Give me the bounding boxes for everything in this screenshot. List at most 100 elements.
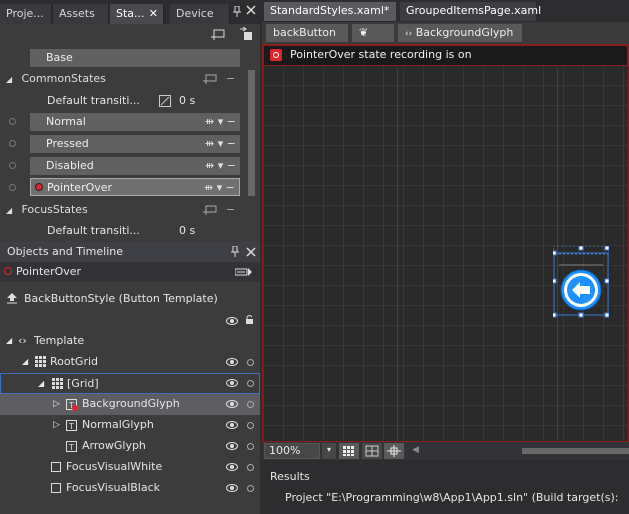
- artboard-toolbar: 100% ▾ ◀: [262, 442, 629, 460]
- rectangle-icon: [51, 483, 61, 493]
- doc-tab-standardstyles[interactable]: StandardStyles.xaml*: [264, 2, 396, 21]
- style-brush-icon: ❦: [359, 26, 369, 39]
- transition-preview-icon[interactable]: [238, 27, 254, 41]
- recording-banner: PointerOver state recording is on: [262, 44, 629, 66]
- add-state-icon[interactable]: [202, 204, 218, 216]
- expand-arrow-icon[interactable]: ▷: [53, 394, 60, 414]
- tab-device[interactable]: Device: [170, 4, 230, 24]
- template-scope-row[interactable]: BackButtonStyle (Button Template): [0, 289, 260, 310]
- tree-node-focusvisualwhite[interactable]: FocusVisualWhite: [0, 457, 260, 478]
- results-output-line: Project "E:\Programming\w8\App1\App1.sln…: [285, 491, 619, 504]
- state-row-controls[interactable]: ⇻ ▾ −: [205, 157, 236, 175]
- breadcrumb-root[interactable]: backButton: [266, 24, 348, 42]
- horizontal-scrollbar-thumb[interactable]: [522, 448, 629, 454]
- tree-node-rootgrid[interactable]: ◢ RootGrid: [0, 352, 260, 373]
- lock-toggle[interactable]: [247, 443, 254, 450]
- default-transition-duration[interactable]: 0 s: [179, 222, 195, 240]
- state-group-focusstates[interactable]: ◢ FocusStates −: [6, 201, 246, 219]
- states-scrollbar[interactable]: [248, 70, 255, 196]
- panel-title: Objects and Timeline: [7, 245, 124, 258]
- state-normal[interactable]: Normal ⇻ ▾ −: [30, 113, 240, 131]
- state-disabled[interactable]: Disabled ⇻ ▾ −: [30, 157, 240, 175]
- add-state-group-icon[interactable]: [210, 27, 226, 41]
- scroll-left-icon[interactable]: ◀: [412, 445, 419, 455]
- expand-arrow-icon[interactable]: ▷: [53, 415, 60, 435]
- show-grid-icon[interactable]: [339, 443, 359, 459]
- selected-backgroundglyph[interactable]: [553, 246, 609, 318]
- lock-toggle[interactable]: [247, 422, 254, 429]
- expand-arrow-icon[interactable]: ◢: [22, 352, 28, 372]
- lock-toggle[interactable]: [247, 380, 254, 387]
- tree-node-grid[interactable]: ◢ [Grid]: [0, 373, 260, 394]
- collapse-arrow-icon[interactable]: ◢: [6, 71, 18, 89]
- close-panel-icon[interactable]: [246, 5, 256, 15]
- tree-node-template[interactable]: ◢ ‹› Template: [0, 331, 260, 352]
- remove-group-icon[interactable]: −: [226, 70, 235, 88]
- state-group-commonstates[interactable]: ◢ CommonStates −: [6, 70, 246, 88]
- visibility-eye-icon[interactable]: [226, 442, 238, 450]
- expand-arrow-icon[interactable]: ◢: [6, 331, 12, 351]
- remove-group-icon[interactable]: −: [226, 201, 235, 219]
- state-pointerover[interactable]: PointerOver ⇻ ▾ −: [30, 178, 240, 196]
- default-transition-row: Default transiti... 0 s: [47, 92, 247, 110]
- lock-toggle[interactable]: [247, 359, 254, 366]
- tree-node-focusvisualblack[interactable]: FocusVisualBlack: [0, 478, 260, 499]
- lock-toggle[interactable]: [247, 485, 254, 492]
- pin-icon[interactable]: [230, 246, 240, 258]
- visibility-eye-icon[interactable]: [226, 400, 238, 408]
- expand-arrow-icon[interactable]: ◢: [38, 374, 44, 394]
- lock-icon[interactable]: [245, 314, 254, 325]
- collapse-arrow-icon[interactable]: ◢: [6, 202, 18, 220]
- state-base[interactable]: Base: [30, 49, 240, 67]
- visibility-eye-icon[interactable]: [226, 484, 238, 492]
- pin-icon[interactable]: [232, 6, 242, 18]
- grid-icon: [35, 356, 46, 367]
- scope-up-icon[interactable]: [6, 292, 18, 304]
- state-row-controls[interactable]: ⇻ ▾ −: [204, 179, 235, 197]
- default-transition-duration[interactable]: 0 s: [179, 92, 195, 110]
- breadcrumb-leaf[interactable]: ‹› BackgroundGlyph: [398, 24, 522, 42]
- rectangle-icon: [51, 462, 61, 472]
- visibility-eye-icon[interactable]: [226, 358, 238, 366]
- visibility-eye-icon[interactable]: [226, 421, 238, 429]
- state-bullet: [9, 162, 16, 169]
- snap-to-grid-icon[interactable]: [362, 443, 382, 459]
- recording-stop-icon[interactable]: [270, 49, 282, 61]
- breadcrumb: backButton ❦ ‹› BackgroundGlyph: [262, 22, 629, 44]
- lock-toggle[interactable]: [247, 401, 254, 408]
- add-state-icon[interactable]: [202, 73, 218, 85]
- zoom-dropdown-chevron-icon[interactable]: ▾: [322, 443, 336, 459]
- close-icon[interactable]: ✕: [149, 4, 158, 23]
- snap-to-snaplines-icon[interactable]: [384, 443, 404, 459]
- tree-node-arrowglyph[interactable]: T ArrowGlyph: [0, 436, 260, 457]
- artboard-guide: [397, 69, 398, 441]
- element-tag-icon: ‹›: [405, 29, 413, 39]
- state-group-name: CommonStates: [21, 72, 106, 85]
- timeline-toggle-icon[interactable]: [235, 267, 253, 277]
- visibility-eye-icon[interactable]: [226, 379, 238, 387]
- tree-node-label: FocusVisualBlack: [66, 481, 161, 494]
- tab-states[interactable]: Sta... ✕: [110, 4, 164, 24]
- breadcrumb-style-button[interactable]: ❦: [352, 24, 394, 42]
- tab-assets[interactable]: Assets: [53, 4, 109, 24]
- lock-toggle[interactable]: [247, 464, 254, 471]
- visibility-eye-icon[interactable]: [226, 463, 238, 471]
- visibility-eye-icon[interactable]: [226, 317, 238, 325]
- easing-function-icon[interactable]: [159, 95, 171, 107]
- close-panel-icon[interactable]: [246, 247, 256, 257]
- state-row-controls[interactable]: ⇻ ▾ −: [205, 113, 236, 131]
- state-selector[interactable]: PointerOver: [0, 262, 260, 282]
- results-panel-header: Results: [262, 460, 629, 490]
- design-artboard[interactable]: [262, 44, 629, 442]
- recording-dot-icon: [4, 267, 12, 275]
- textblock-icon: T: [66, 399, 78, 411]
- tree-node-normalglyph[interactable]: ▷ T NormalGlyph: [0, 415, 260, 436]
- state-bullet: [9, 184, 16, 191]
- doc-tab-groupeditemspage[interactable]: GroupedItemsPage.xaml: [400, 2, 541, 21]
- state-pressed[interactable]: Pressed ⇻ ▾ −: [30, 135, 240, 153]
- tree-node-backgroundglyph[interactable]: ▷ T BackgroundGlyph: [0, 394, 260, 415]
- tab-projects[interactable]: Proje...: [0, 4, 52, 24]
- state-row-controls[interactable]: ⇻ ▾ −: [205, 135, 236, 153]
- tree-node-label: ArrowGlyph: [82, 439, 146, 452]
- zoom-field[interactable]: 100%: [264, 443, 320, 459]
